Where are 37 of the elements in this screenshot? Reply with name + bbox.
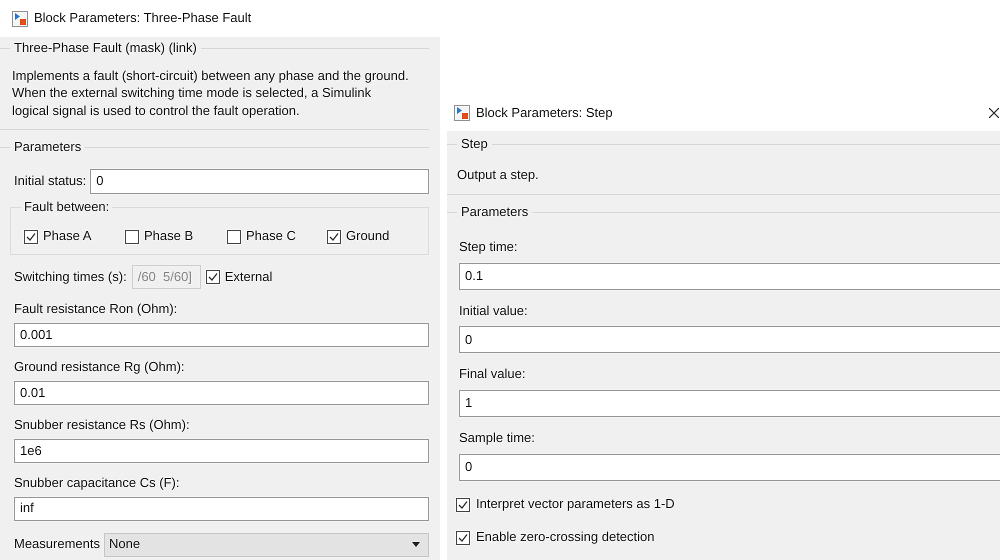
checkbox-label: External xyxy=(224,268,272,286)
input-field[interactable]: 0.01 xyxy=(14,381,429,406)
field-label: Measurements xyxy=(14,536,100,554)
field-label: Initial value: xyxy=(459,302,529,320)
checkbox-label: Ground xyxy=(346,228,390,246)
input-field[interactable]: 0 xyxy=(459,454,1000,482)
description-text: Output a step. xyxy=(456,166,540,184)
window-title: Block Parameters: Step xyxy=(476,104,613,122)
checkbox-label: Phase B xyxy=(144,228,194,246)
input-field[interactable]: 0 xyxy=(90,169,429,194)
dropdown[interactable]: None xyxy=(104,532,429,557)
input-field[interactable]: 1e6 xyxy=(14,438,429,463)
section-heading: Step xyxy=(461,136,488,153)
field-label: Snubber capacitance Cs (F): xyxy=(14,474,180,492)
section-heading: Parameters xyxy=(461,204,528,221)
field-label: Ground resistance Rg (Ohm): xyxy=(14,359,186,376)
checkbox-label: Enable zero-crossing detection xyxy=(476,529,654,546)
checkbox-label: Phase C xyxy=(246,228,296,246)
window-title: Block Parameters: Three-Phase Fault xyxy=(34,10,252,27)
field-label: Initial status: xyxy=(14,173,86,190)
section-heading: Parameters xyxy=(14,139,82,156)
description-text: Implements a fault (short-circuit) between any phase and the ground. When the external switching time mode is selected, a Simulink logical signal is used to control the fault operation. xyxy=(11,66,410,120)
dropdown-value: None xyxy=(108,536,140,554)
checkbox-label: Phase A xyxy=(43,228,92,246)
input-field[interactable]: 0.001 xyxy=(14,323,429,348)
field-label: Sample time: xyxy=(459,430,536,448)
field-label: Final value: xyxy=(459,366,526,384)
input-field[interactable]: 0.1 xyxy=(459,262,1000,290)
input-field[interactable]: 0 xyxy=(459,326,1000,354)
field-label: Switching times (s): xyxy=(14,268,127,286)
checkbox-label: Interpret vector parameters as 1-D xyxy=(476,496,675,514)
field-label: Step time: xyxy=(459,238,519,256)
field-label: Snubber resistance Rs (Ohm): xyxy=(14,417,191,434)
field-label: Fault resistance Ron (Ohm): xyxy=(14,301,178,318)
input-field[interactable]: 1 xyxy=(459,390,1000,418)
section-heading: Three-Phase Fault (mask) (link) xyxy=(14,40,197,57)
input-field[interactable]: inf xyxy=(14,496,429,521)
